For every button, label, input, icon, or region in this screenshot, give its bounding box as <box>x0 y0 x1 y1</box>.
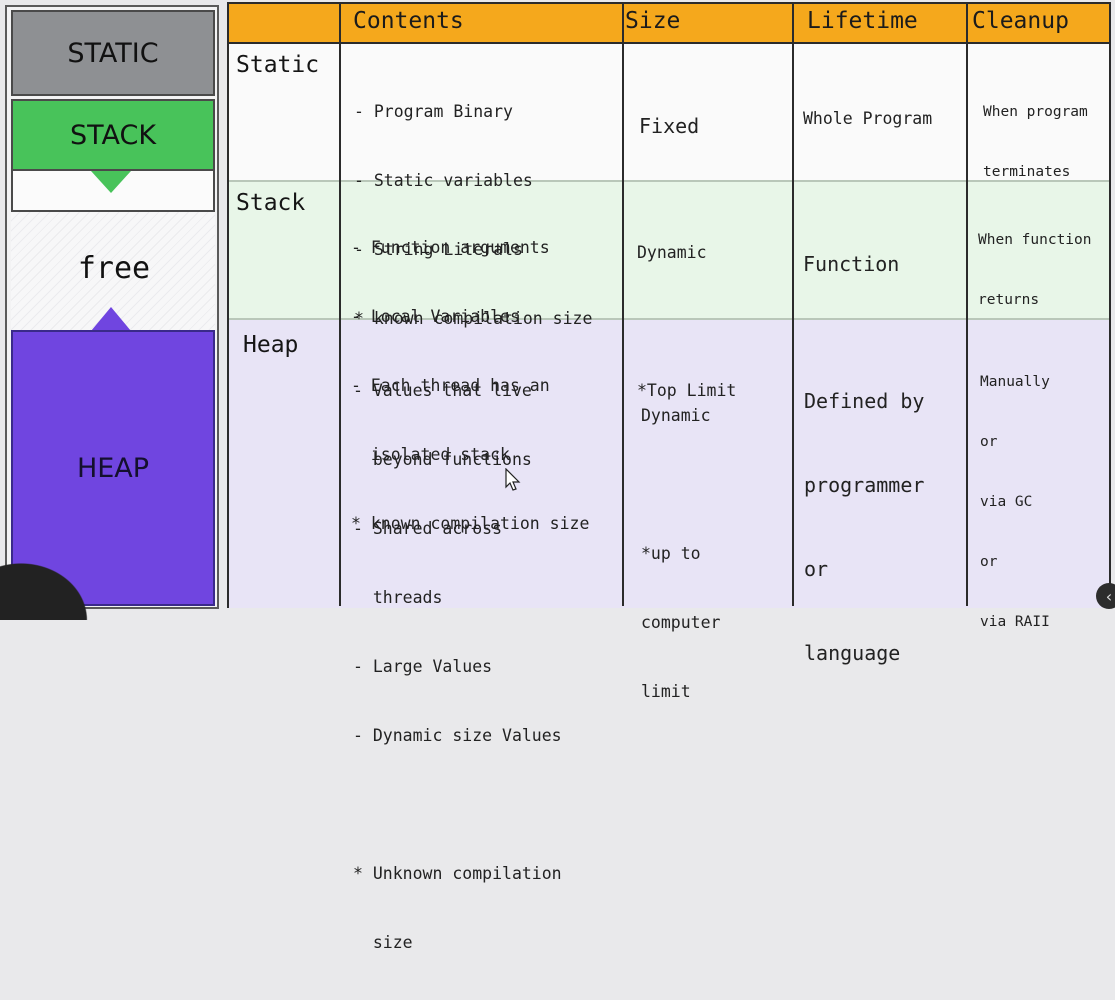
cleanup-text: or <box>980 554 998 570</box>
static-size-cell: Fixed <box>639 56 699 196</box>
memory-comparison-table: Contents Size Lifetime Cleanup Static - … <box>227 2 1111 952</box>
cleanup-text: via GC <box>980 494 1033 510</box>
heap-lifetime-cell: Defined by programmer or language <box>804 331 924 723</box>
size-text: Fixed <box>639 114 700 138</box>
heap-cleanup-cell: Manually or via GC or via RAII <box>980 332 1050 672</box>
list-item: - Values that live <box>353 381 532 400</box>
static-segment-label: STATIC <box>67 37 159 69</box>
list-item: - Static variables <box>354 171 533 190</box>
size-text: computer <box>641 613 721 632</box>
column-divider <box>622 4 624 606</box>
size-text: *up to <box>641 544 701 563</box>
size-text <box>641 473 720 496</box>
column-divider <box>339 4 341 606</box>
cleanup-text: When program <box>983 104 1088 120</box>
row-name-heap: Heap <box>243 332 299 358</box>
list-item: - Program Binary <box>354 102 513 121</box>
cleanup-text: returns <box>978 292 1040 308</box>
list-item: - Shared across <box>353 519 503 538</box>
header-lifetime: Lifetime <box>807 8 918 34</box>
static-lifetime-cell: Whole Program <box>803 61 932 176</box>
chevron-left-icon[interactable]: ‹ <box>1096 583 1115 609</box>
size-text: Dynamic <box>637 243 707 262</box>
lifetime-text: programmer <box>804 473 925 497</box>
header-cleanup: Cleanup <box>972 8 1069 34</box>
heap-size-cell: Dynamic *up to computer limit <box>641 358 720 749</box>
stack-cleanup-cell: When function returns <box>978 190 1092 350</box>
cleanup-text: or <box>980 434 998 450</box>
size-text: limit <box>641 682 691 701</box>
presenter-video-overlay <box>0 548 105 620</box>
size-text: Dynamic <box>641 406 711 425</box>
column-divider <box>792 4 794 606</box>
heap-segment-label: HEAP <box>76 452 150 484</box>
cleanup-text: via RAII <box>980 614 1050 630</box>
lifetime-text: language <box>804 641 901 665</box>
lifetime-text: Function <box>803 252 900 276</box>
stack-segment-label: STACK <box>69 119 157 151</box>
heap-grows-up-arrow-icon <box>91 307 131 331</box>
list-item: threads <box>353 588 443 607</box>
list-item: * Unknown compilation <box>353 864 562 883</box>
row-name-stack: Stack <box>236 190 306 216</box>
free-label: free <box>77 251 151 286</box>
cleanup-text: When function <box>978 232 1092 248</box>
cleanup-text: terminates <box>983 164 1071 180</box>
list-item: beyond functions <box>353 450 532 469</box>
header-contents: Contents <box>353 8 464 34</box>
lifetime-text: Defined by <box>804 389 925 413</box>
header-size: Size <box>625 8 681 34</box>
size-text <box>637 310 736 333</box>
stack-lifetime-cell: Function <box>803 194 899 334</box>
stack-segment: STACK <box>11 99 215 171</box>
list-item: - Function arguments <box>351 238 550 257</box>
lifetime-text: or <box>804 557 829 581</box>
row-name-static: Static <box>236 52 320 78</box>
mouse-cursor-icon <box>505 468 521 491</box>
memory-layout-diagram: STATIC STACK free HEAP <box>5 5 219 609</box>
static-segment: STATIC <box>11 10 215 96</box>
heap-contents-cell: - Values that live beyond functions - Sh… <box>353 333 562 1000</box>
list-item: - Large Values <box>353 657 493 676</box>
list-item: - Dynamic size Values <box>353 726 562 745</box>
cleanup-text: Manually <box>980 374 1050 390</box>
stack-grows-down-arrow-icon <box>91 171 131 193</box>
list-item: size <box>353 933 413 952</box>
list-item: - Local Variables <box>351 307 520 326</box>
lifetime-text: Whole Program <box>803 109 933 128</box>
column-divider <box>966 4 968 606</box>
table-header: Contents Size Lifetime Cleanup <box>229 4 1109 44</box>
list-item <box>353 793 562 816</box>
